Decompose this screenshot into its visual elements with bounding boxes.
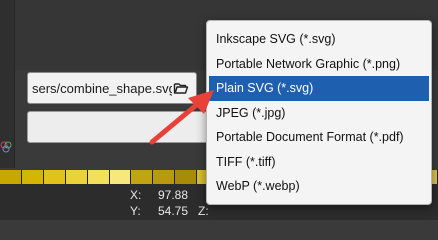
palette-swatch[interactable] — [21, 170, 44, 184]
format-option-tiff[interactable]: TIFF (*.tiff) — [207, 150, 431, 175]
format-option-inkscape-svg[interactable]: Inkscape SVG (*.svg) — [207, 27, 431, 52]
format-option-png[interactable]: Portable Network Graphic (*.png) — [207, 52, 431, 77]
format-option-webp[interactable]: WebP (*.webp) — [207, 174, 431, 199]
format-option-plain-svg[interactable]: Plain SVG (*.svg) — [209, 76, 429, 101]
palette-swatch[interactable] — [65, 170, 88, 184]
palette-swatch[interactable] — [131, 170, 154, 184]
palette-swatch[interactable] — [153, 170, 176, 184]
format-option-jpeg[interactable]: JPEG (*.jpg) — [207, 101, 431, 126]
palette-swatch[interactable] — [175, 170, 198, 184]
zoom-label: Z: — [198, 204, 209, 218]
palette-swatch[interactable] — [87, 170, 110, 184]
palette-swatch[interactable] — [0, 170, 22, 184]
format-option-pdf[interactable]: Portable Document Format (*.pdf) — [207, 125, 431, 150]
color-wheel-icon[interactable] — [0, 140, 12, 154]
y-coordinate-value: 54.75 — [157, 204, 188, 218]
palette-swatch[interactable] — [43, 170, 66, 184]
export-format-dropdown[interactable]: Inkscape SVG (*.svg) Portable Network Gr… — [206, 20, 432, 205]
annotation-arrow-icon — [149, 90, 214, 145]
x-coordinate-value: 97.88 — [157, 188, 188, 202]
palette-swatch[interactable] — [109, 170, 132, 184]
